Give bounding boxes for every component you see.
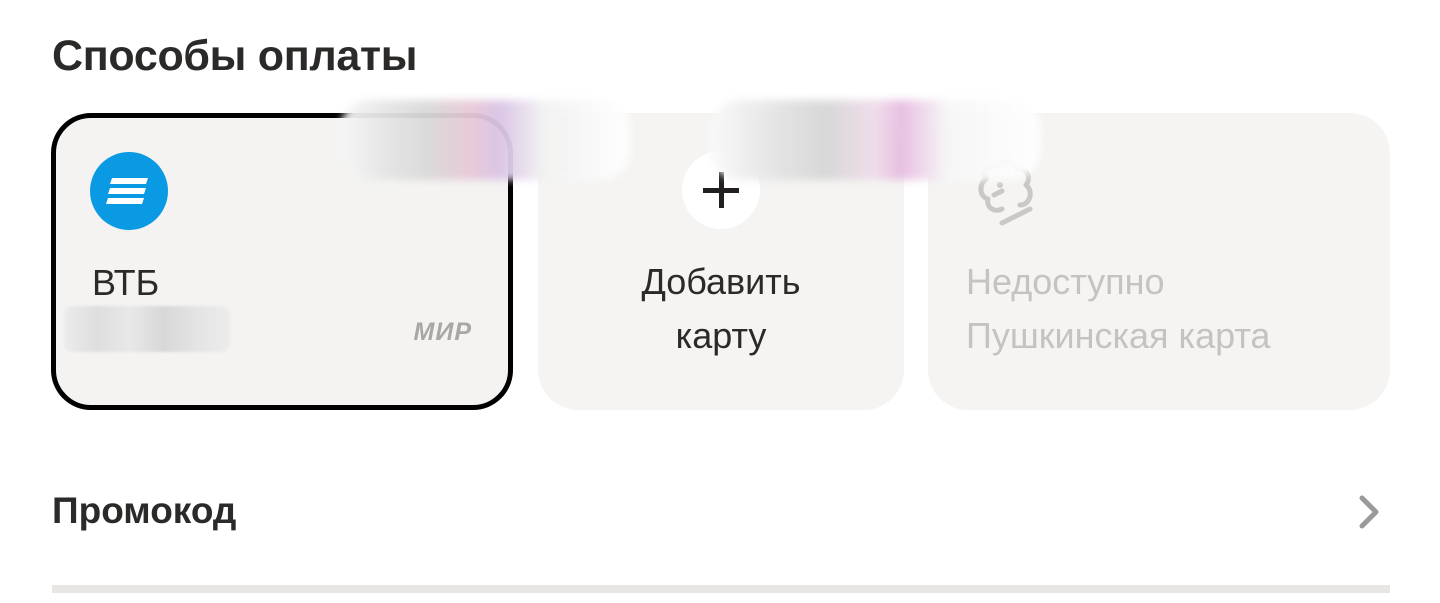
add-card-label-text: Добавить карту — [641, 261, 801, 356]
payment-methods-title: Способы оплаты — [52, 32, 418, 80]
add-card-label: Добавить карту — [538, 255, 904, 363]
pushkin-text-block: Недоступно Пушкинская карта — [966, 255, 1270, 363]
pushkin-status: Недоступно — [966, 261, 1165, 302]
pushkin-card-name: Пушкинская карта — [966, 315, 1271, 356]
chevron-right-icon — [1356, 494, 1382, 530]
vtb-bank-logo-icon — [90, 152, 168, 230]
section-divider — [52, 585, 1390, 593]
privacy-blur-right — [710, 100, 1040, 180]
promo-code-label: Промокод — [52, 490, 237, 531]
mir-payment-logo: МИР — [413, 318, 472, 346]
masked-card-number — [64, 306, 230, 352]
card-bank-name: ВТБ — [92, 262, 160, 303]
privacy-blur-left — [340, 100, 630, 180]
promo-code-row[interactable]: Промокод — [52, 484, 1390, 540]
